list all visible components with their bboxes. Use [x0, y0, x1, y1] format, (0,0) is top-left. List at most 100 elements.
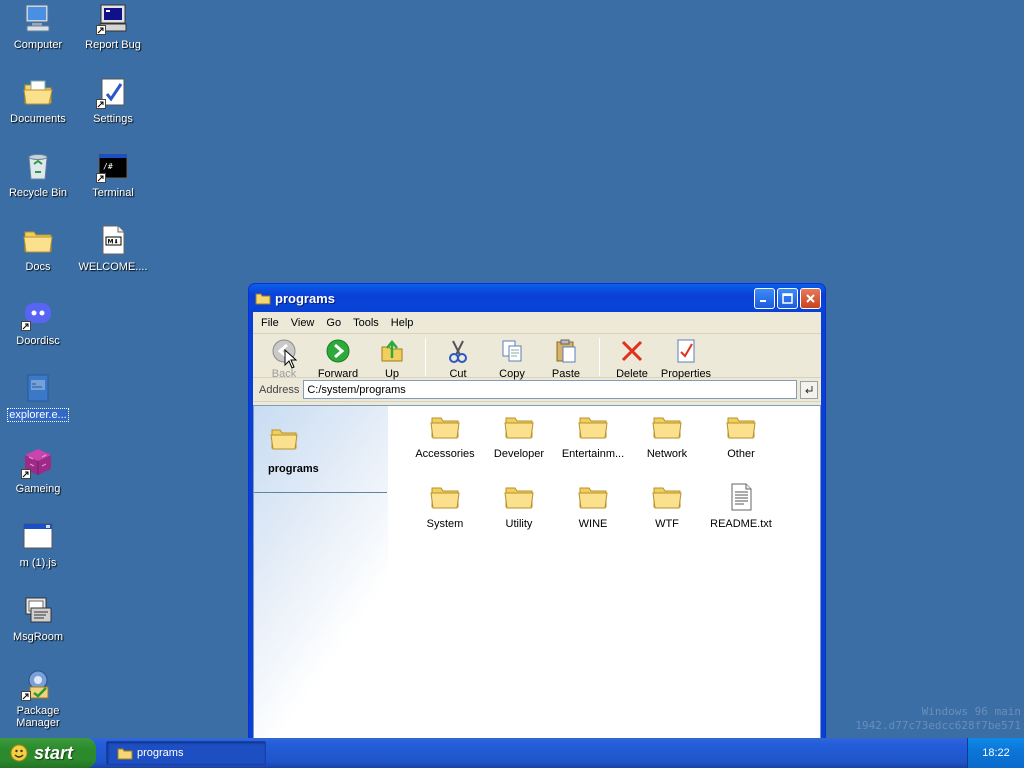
- minimize-button[interactable]: [754, 287, 775, 309]
- file-item[interactable]: Entertainm...: [556, 412, 630, 482]
- address-label: Address: [259, 383, 300, 396]
- mouse-pointer-icon: [284, 349, 298, 369]
- side-pane-title: programs: [268, 463, 319, 475]
- menu-tools[interactable]: Tools: [347, 317, 385, 329]
- menu-help[interactable]: Help: [385, 317, 420, 329]
- text-file-icon: [726, 482, 756, 512]
- desktop-icon-label: explorer.e...: [7, 408, 69, 422]
- file-label: Entertainm...: [561, 448, 625, 460]
- window-title: programs: [275, 290, 335, 306]
- copy-label: Copy: [499, 368, 525, 380]
- desktop-icon-label: Documents: [10, 113, 66, 125]
- forward-arrow-icon: [325, 338, 351, 364]
- close-button[interactable]: [800, 287, 821, 309]
- window-file-icon: [22, 520, 54, 552]
- desktop-icon-gameing[interactable]: Gameing: [1, 446, 75, 495]
- desktop-icon-terminal[interactable]: /# Terminal: [76, 150, 150, 199]
- start-button[interactable]: start: [0, 738, 96, 768]
- file-label: WTF: [655, 518, 679, 530]
- desktop-icon-recycle-bin[interactable]: Recycle Bin: [1, 150, 75, 199]
- file-item[interactable]: WTF: [630, 482, 704, 552]
- file-label: README.txt: [710, 518, 772, 530]
- cut-button[interactable]: Cut: [431, 338, 485, 380]
- address-input[interactable]: [303, 380, 797, 399]
- system-tray: 18:22: [967, 738, 1024, 768]
- menu-file[interactable]: File: [255, 317, 285, 329]
- file-item[interactable]: Developer: [482, 412, 556, 482]
- desktop-icon-computer[interactable]: Computer: [1, 2, 75, 51]
- desktop-icon-package-manager[interactable]: Package Manager: [1, 668, 75, 729]
- folder-icon: [430, 482, 460, 512]
- file-item[interactable]: WINE: [556, 482, 630, 552]
- paste-button[interactable]: Paste: [539, 338, 593, 380]
- svg-text:M⬇: M⬇: [108, 239, 119, 246]
- up-button[interactable]: Up: [365, 338, 419, 380]
- desktop-icon-docs[interactable]: Docs: [1, 224, 75, 273]
- file-item[interactable]: Other: [704, 412, 778, 482]
- maximize-button[interactable]: [777, 287, 798, 309]
- markdown-file-icon: M⬇: [97, 224, 129, 256]
- recycle-bin-icon: [22, 150, 54, 182]
- start-label: start: [34, 742, 74, 763]
- smiley-icon: [10, 744, 28, 762]
- file-label: Other: [727, 448, 755, 460]
- menu-bar: File View Go Tools Help: [253, 312, 821, 334]
- clock[interactable]: 18:22: [982, 747, 1010, 759]
- file-item[interactable]: System: [408, 482, 482, 552]
- folder-icon: [726, 412, 756, 442]
- desktop-icon-label: Settings: [93, 113, 133, 125]
- file-item[interactable]: Utility: [482, 482, 556, 552]
- toolbar-separator: [599, 338, 600, 376]
- properties-button[interactable]: Properties: [659, 338, 713, 380]
- folder-icon: [504, 412, 534, 442]
- cut-label: Cut: [449, 368, 467, 380]
- forward-label: Forward: [317, 368, 359, 380]
- delete-x-icon: [619, 338, 645, 364]
- cube-game-icon: [21, 446, 54, 479]
- file-item[interactable]: Accessories: [408, 412, 482, 482]
- file-item[interactable]: Network: [630, 412, 704, 482]
- explorer-window[interactable]: programs File View Go Tools Help Back Fo…: [248, 283, 826, 740]
- file-label: Developer: [493, 448, 545, 460]
- file-label: Accessories: [415, 448, 475, 460]
- folder-icon: [578, 482, 608, 512]
- terminal-icon: /#: [96, 150, 129, 183]
- window-titlebar[interactable]: programs: [249, 284, 825, 312]
- desktop-icon-label: MsgRoom: [12, 631, 64, 643]
- folder-icon: [430, 412, 460, 442]
- msgroom-icon: [22, 594, 54, 626]
- watermark-line-1: Windows 96 main: [921, 705, 1021, 718]
- file-list: Accessories Developer Entertainm... Netw…: [388, 406, 820, 738]
- menu-view[interactable]: View: [285, 317, 321, 329]
- desktop-icon-label: Docs: [25, 261, 51, 273]
- file-item[interactable]: README.txt: [704, 482, 778, 552]
- side-pane: programs: [254, 406, 388, 738]
- folder-icon: [255, 290, 271, 306]
- taskbar-item-programs[interactable]: programs: [106, 741, 266, 765]
- shortcut-arrow-icon: [21, 321, 31, 331]
- forward-button[interactable]: Forward: [311, 338, 365, 380]
- desktop-icon-msgroom[interactable]: MsgRoom: [1, 594, 75, 643]
- menu-go[interactable]: Go: [320, 317, 347, 329]
- desktop-icon-label: Terminal: [92, 187, 134, 199]
- desktop-icon-welcome[interactable]: M⬇ WELCOME....: [76, 224, 150, 273]
- delete-button[interactable]: Delete: [605, 338, 659, 380]
- doordisc-icon: [21, 298, 54, 331]
- address-go-button[interactable]: [800, 380, 818, 399]
- toolbar-separator: [425, 338, 426, 376]
- desktop-icon-report-bug[interactable]: Report Bug: [76, 2, 150, 51]
- file-label: System: [426, 518, 464, 530]
- folder-icon: [22, 224, 54, 256]
- up-label: Up: [384, 368, 400, 380]
- desktop-icon-m-js[interactable]: m (1).js: [1, 520, 75, 569]
- close-icon: [806, 293, 815, 303]
- scissors-icon: [445, 338, 471, 364]
- copy-button[interactable]: Copy: [485, 338, 539, 380]
- desktop-icon-documents[interactable]: Documents: [1, 76, 75, 125]
- desktop-icon-explorer[interactable]: explorer.e...: [1, 372, 75, 422]
- window-body: File View Go Tools Help Back Forward Up …: [253, 312, 821, 739]
- desktop-icon-doordisc[interactable]: Doordisc: [1, 298, 75, 347]
- desktop-icon-settings[interactable]: Settings: [76, 76, 150, 125]
- file-label: WINE: [578, 518, 608, 530]
- back-label: Back: [271, 368, 297, 380]
